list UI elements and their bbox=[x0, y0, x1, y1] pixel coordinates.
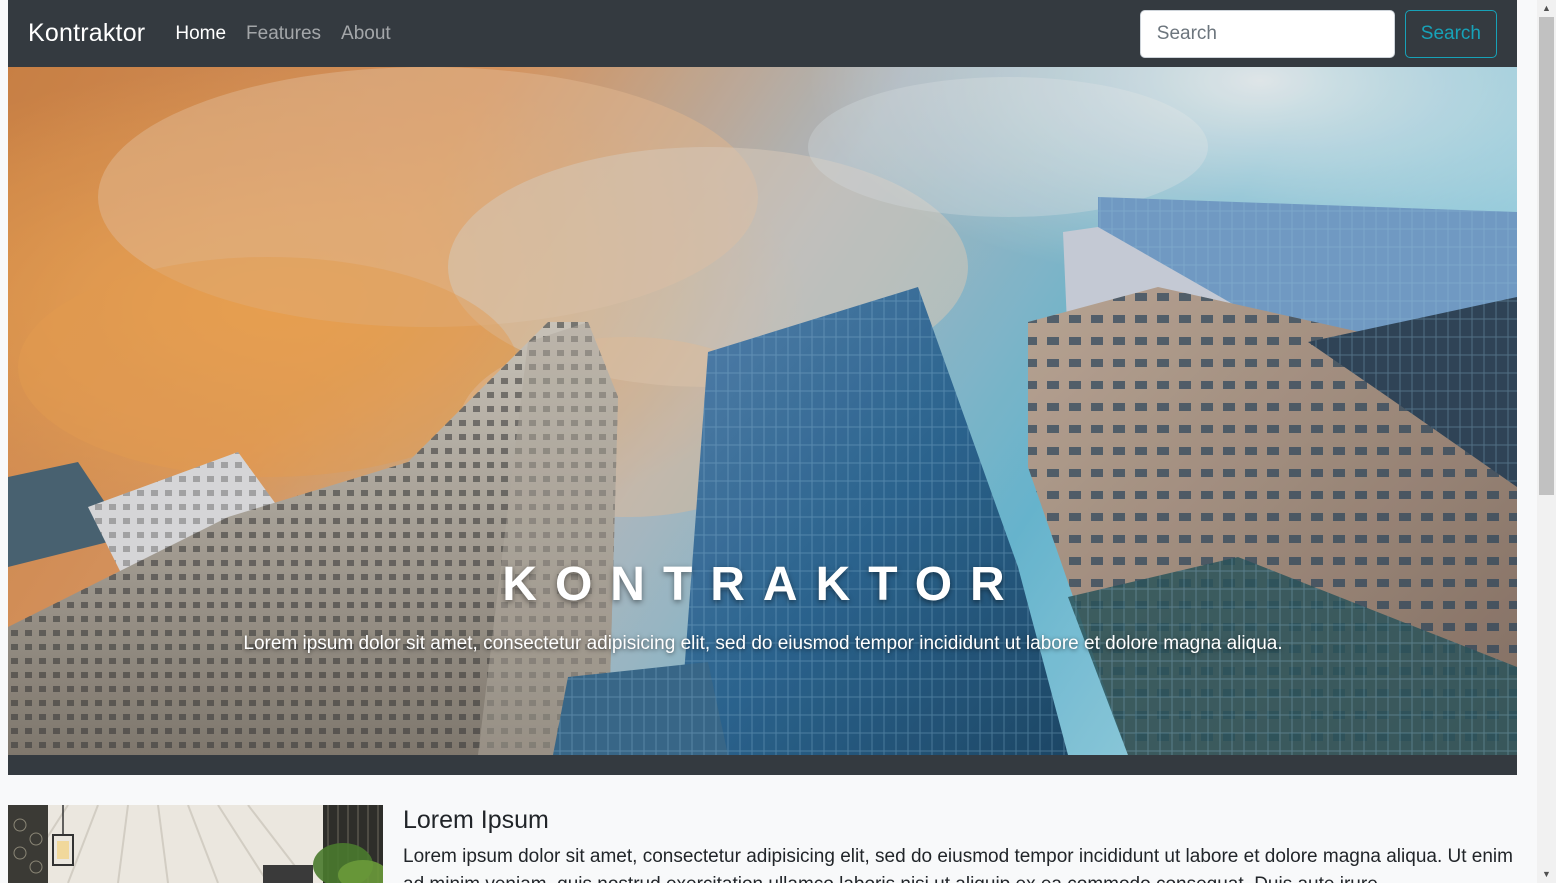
nav-links: Home Features About bbox=[175, 23, 390, 45]
content-title: Lorem Ipsum bbox=[403, 806, 549, 834]
hero-title: KONTRAKTOR bbox=[502, 558, 1023, 611]
page-scrollbar[interactable]: ▲ ▼ bbox=[1537, 0, 1556, 883]
chevron-down-icon[interactable]: ▼ bbox=[1537, 866, 1556, 883]
chevron-up-icon[interactable]: ▲ bbox=[1537, 0, 1556, 17]
content-thumbnail-image bbox=[8, 805, 383, 883]
nav-link-home[interactable]: Home bbox=[175, 23, 226, 45]
hero-subtitle: Lorem ipsum dolor sit amet, consectetur … bbox=[243, 633, 1283, 654]
nav-link-features[interactable]: Features bbox=[246, 23, 321, 45]
hero-banner: KONTRAKTOR Lorem ipsum dolor sit amet, c… bbox=[8, 67, 1517, 755]
nav-link-about[interactable]: About bbox=[341, 23, 391, 45]
scrollbar-thumb[interactable] bbox=[1539, 17, 1554, 495]
hero-bottom-bar bbox=[8, 755, 1517, 775]
brand-logo[interactable]: Kontraktor bbox=[28, 19, 145, 48]
navbar: Kontraktor Home Features About Search bbox=[8, 0, 1517, 67]
search-input[interactable] bbox=[1139, 9, 1395, 58]
page: Kontraktor Home Features About Search Se… bbox=[0, 0, 1556, 883]
content-text: Lorem ipsum dolor sit amet, consectetur … bbox=[403, 846, 1513, 883]
search-button[interactable]: Search bbox=[1404, 9, 1497, 58]
